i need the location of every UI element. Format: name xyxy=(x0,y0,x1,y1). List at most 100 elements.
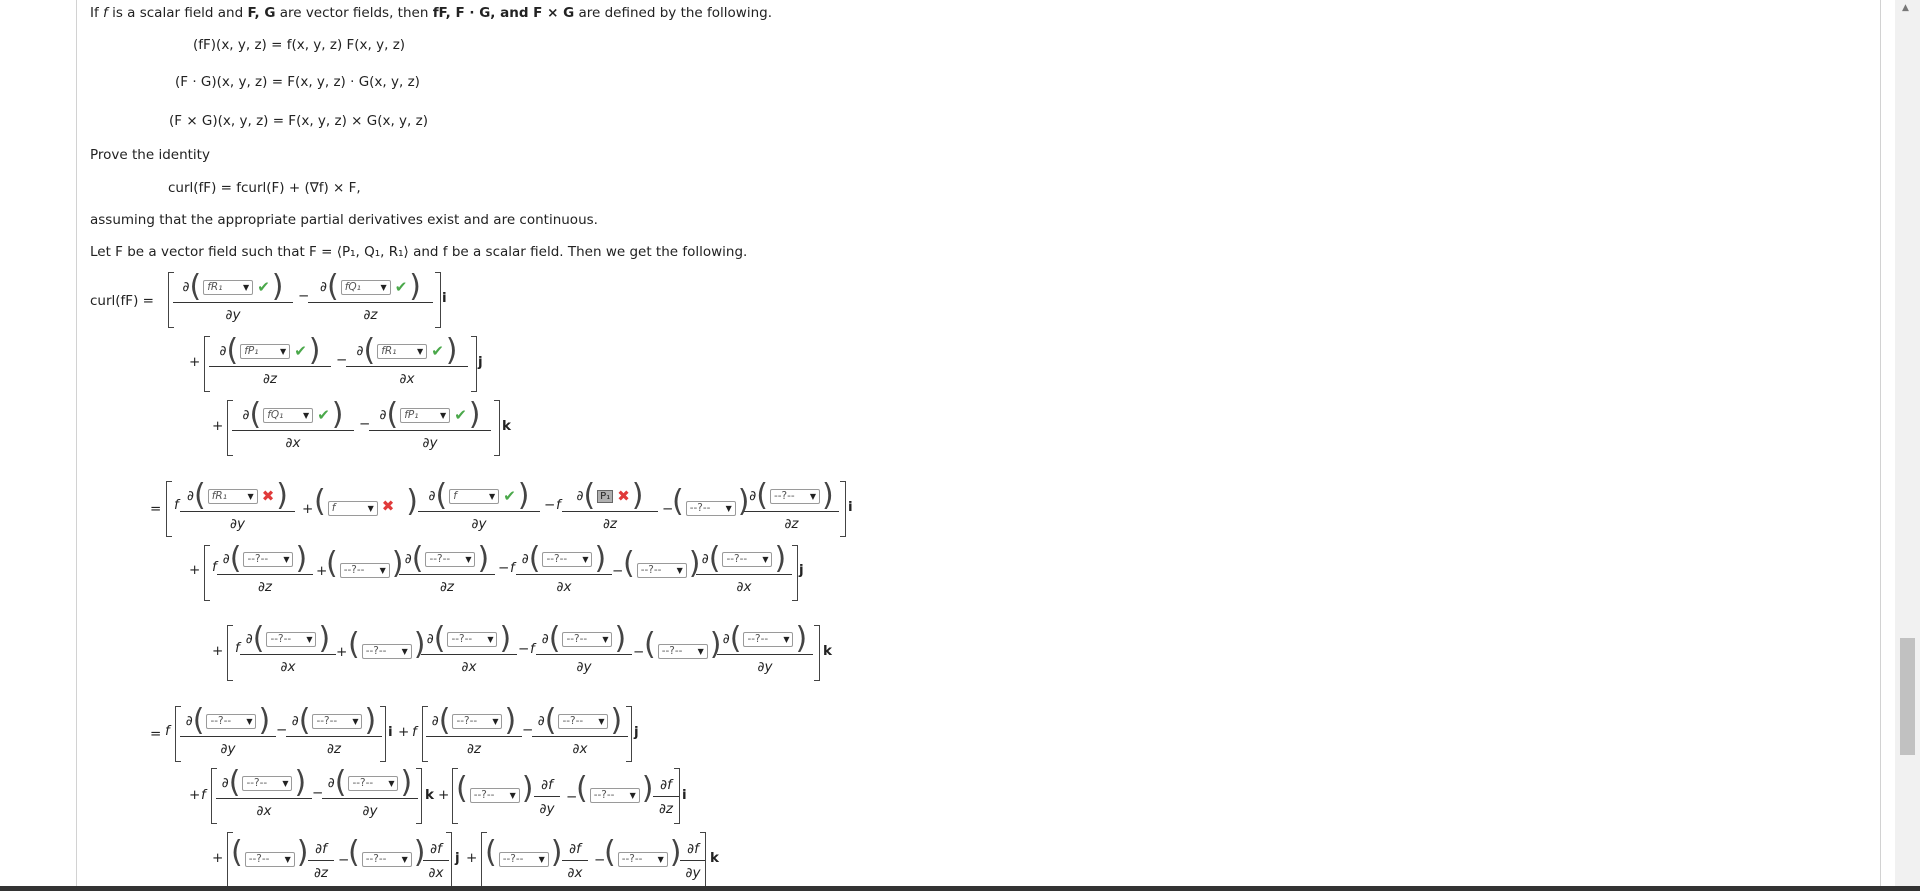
answer-dropdown[interactable]: --?-- ▼ xyxy=(498,851,549,867)
fraction: ∂( --?-- ▼) ∂z xyxy=(217,544,313,595)
answer-dropdown[interactable]: --?-- ▼ xyxy=(562,631,613,647)
scrollbar-track[interactable] xyxy=(1895,0,1920,891)
answer-dropdown[interactable]: --?-- ▼ xyxy=(636,562,687,578)
definition-dot: (F · G)(x, y, z) = F(x, y, z) · G(x, y, … xyxy=(175,74,420,90)
definition-cross: (F × G)(x, y, z) = F(x, y, z) × G(x, y, … xyxy=(169,113,428,129)
answer-dropdown[interactable]: --?-- ▼ xyxy=(657,643,708,659)
fraction: ∂( --?-- ▼) ∂x xyxy=(421,624,517,675)
answer-dropdown[interactable]: --?-- ▼ xyxy=(206,713,257,729)
cross-icon: ✖ xyxy=(381,497,395,515)
answer-dropdown[interactable]: f ▼ xyxy=(449,488,500,504)
answer-dropdown[interactable]: --?-- ▼ xyxy=(447,631,498,647)
right-bracket xyxy=(814,625,820,681)
unit-k: k xyxy=(823,643,832,659)
answer-dropdown[interactable]: --?-- ▼ xyxy=(589,787,640,803)
answer-dropdown[interactable]: fQ₁ ▼ xyxy=(263,407,314,423)
answer-dropdown[interactable]: fP₁ ▼ xyxy=(400,407,451,423)
unit-i: i xyxy=(388,724,393,740)
plus-sign: + xyxy=(398,724,410,740)
fraction: ∂( --?-- ▼) ∂y xyxy=(536,624,632,675)
answer-dropdown[interactable]: fR₁ ▼ xyxy=(203,279,254,295)
answer-dropdown[interactable]: fR₁ ▼ xyxy=(207,488,258,504)
answer-dropdown[interactable]: fQ₁ ▼ xyxy=(340,279,391,295)
paren-group: (--?-- ▼) xyxy=(456,771,534,806)
minus-sign: − xyxy=(518,641,530,657)
plus-sign: + xyxy=(302,501,314,517)
right-bracket xyxy=(674,768,680,824)
answer-dropdown[interactable]: --?-- ▼ xyxy=(722,551,773,567)
unit-k: k xyxy=(710,850,719,866)
definition-product: (fF)(x, y, z) = f(x, y, z) F(x, y, z) xyxy=(193,37,406,53)
assumption: assuming that the appropriate partial de… xyxy=(90,212,598,228)
let-F-statement: Let F be a vector field such that F = ⟨P… xyxy=(90,244,748,260)
answer-dropdown[interactable]: --?-- ▼ xyxy=(542,551,593,567)
paren-group: (--?-- ▼) xyxy=(623,546,701,581)
bottom-edge xyxy=(0,886,1920,891)
unit-j: j xyxy=(455,850,460,866)
answer-dropdown[interactable]: P₁ xyxy=(597,489,614,503)
check-icon: ✔ xyxy=(317,406,330,424)
plus-sign: + xyxy=(438,787,450,803)
fraction: ∂( --?-- ▼) ∂y xyxy=(322,768,418,819)
cross-icon: ✖ xyxy=(617,487,630,505)
plus-sign: + xyxy=(189,787,201,803)
answer-dropdown[interactable]: --?-- ▼ xyxy=(348,775,399,791)
check-icon: ✔ xyxy=(394,278,408,296)
answer-dropdown[interactable]: fP₁ ▼ xyxy=(240,343,291,359)
right-bracket xyxy=(700,832,706,888)
answer-dropdown[interactable]: --?-- ▼ xyxy=(266,631,317,647)
fraction: ∂( --?-- ▼) ∂z xyxy=(399,544,495,595)
answer-dropdown[interactable]: --?-- ▼ xyxy=(743,631,794,647)
plus-sign: + xyxy=(189,354,201,370)
answer-dropdown[interactable]: --?-- ▼ xyxy=(361,643,412,659)
answer-dropdown[interactable]: --?-- ▼ xyxy=(244,851,295,867)
right-bracket xyxy=(840,481,846,537)
fraction: ∂( P₁ ✖) ∂z xyxy=(562,481,658,532)
fraction: ∂f ∂x xyxy=(562,840,588,881)
fraction: ∂f ∂y xyxy=(534,776,560,817)
unit-i: i xyxy=(442,290,447,306)
f-coefficient: f xyxy=(556,497,561,513)
answer-dropdown[interactable]: --?-- ▼ xyxy=(361,851,412,867)
answer-dropdown[interactable]: --?-- ▼ xyxy=(425,551,476,567)
answer-dropdown[interactable]: --?-- ▼ xyxy=(339,562,390,578)
fraction: ∂( --?-- ▼) ∂x xyxy=(240,624,336,675)
right-bracket xyxy=(494,400,500,456)
paren-group: (--?-- ▼) xyxy=(231,835,309,870)
right-bracket xyxy=(626,706,632,762)
f-coefficient: f xyxy=(201,787,206,803)
answer-dropdown[interactable]: f ▼ xyxy=(327,500,378,516)
plus-sign: + xyxy=(336,644,348,660)
answer-dropdown[interactable]: --?-- ▼ xyxy=(243,551,294,567)
answer-dropdown[interactable]: fR₁ ▼ xyxy=(377,343,428,359)
fraction: ∂( --?-- ▼) ∂x xyxy=(696,544,792,595)
paren-group: (--?-- ▼) xyxy=(326,546,404,581)
left-bracket xyxy=(166,481,172,537)
right-bracket xyxy=(416,768,422,824)
answer-dropdown[interactable]: --?-- ▼ xyxy=(685,500,736,516)
unit-i: i xyxy=(682,787,687,803)
answer-dropdown[interactable]: --?-- ▼ xyxy=(617,851,668,867)
answer-dropdown[interactable]: --?-- ▼ xyxy=(242,775,293,791)
unit-k: k xyxy=(425,787,434,803)
equals-sign: = xyxy=(150,501,162,517)
unit-i: i xyxy=(848,499,853,515)
f-coefficient: f xyxy=(174,497,179,513)
answer-dropdown[interactable]: --?-- ▼ xyxy=(558,713,609,729)
scroll-up-icon[interactable]: ▲ xyxy=(1902,3,1909,13)
fraction: ∂( --?-- ▼) ∂x xyxy=(532,706,628,757)
answer-dropdown[interactable]: --?-- ▼ xyxy=(452,713,503,729)
check-icon: ✔ xyxy=(454,406,467,424)
answer-dropdown[interactable]: --?-- ▼ xyxy=(312,713,363,729)
check-icon: ✔ xyxy=(431,342,444,360)
check-icon: ✔ xyxy=(294,342,307,360)
plus-sign: + xyxy=(212,643,224,659)
answer-dropdown[interactable]: --?-- ▼ xyxy=(769,488,820,504)
unit-k: k xyxy=(502,418,511,434)
scrollbar-thumb[interactable] xyxy=(1900,638,1915,755)
fraction: ∂( fP₁ ▼ ✔) ∂y xyxy=(369,400,491,451)
paren-group: (f ▼ ✖) xyxy=(314,484,419,519)
f-coefficient: f xyxy=(165,723,170,739)
content-left-border xyxy=(76,0,77,891)
answer-dropdown[interactable]: --?-- ▼ xyxy=(469,787,520,803)
